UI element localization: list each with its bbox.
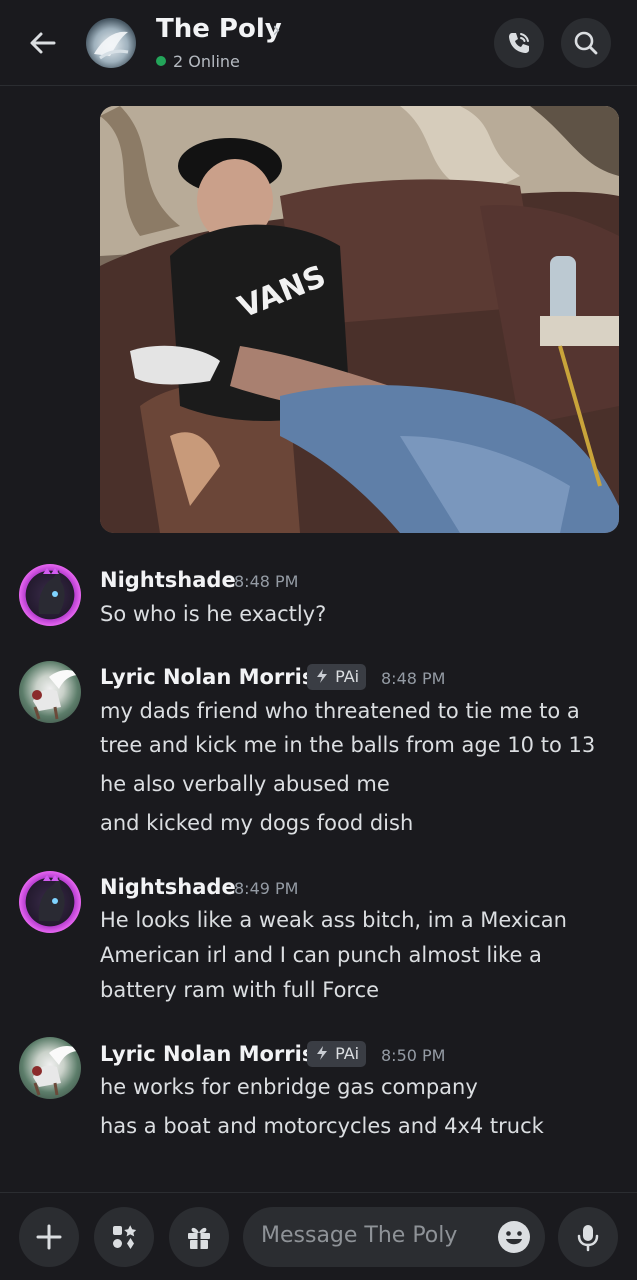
lightning-icon [317,1046,327,1060]
tag-label: PAi [335,1044,360,1063]
message-text: So who is he exactly? [100,602,327,626]
image-attachment[interactable]: VANS [100,106,619,533]
search-icon [574,31,598,55]
author-name[interactable]: Lyric Nolan Morris [100,665,314,689]
apps-button[interactable] [94,1207,154,1267]
author-name[interactable]: Nightshade [100,568,236,592]
message-timestamp: 8:48 PM [381,669,446,688]
search-button[interactable] [561,18,611,68]
channel-avatar[interactable] [86,18,136,68]
message-text: my dads friend who threatened to tie me … [100,699,580,723]
message-text: he also verbally abused me [100,772,390,796]
message-text: he works for enbridge gas company [100,1075,478,1099]
chevron-right-icon[interactable]: › [272,18,281,43]
online-count: 2 Online [173,52,240,71]
apps-icon [113,1225,137,1249]
message-composer: Message The Poly [0,1192,637,1280]
microphone-icon [577,1225,599,1252]
tag-label: PAi [335,667,360,686]
attach-button[interactable] [19,1207,79,1267]
nightshade-avatar[interactable] [19,871,81,933]
lyric-avatar[interactable] [19,661,81,723]
message-text: tree and kick me in the balls from age 1… [100,733,596,757]
emoji-icon[interactable] [497,1220,531,1254]
pai-app-tag[interactable]: PAi [307,664,367,690]
channel-title[interactable]: The Poly [156,14,282,44]
message-timestamp: 8:49 PM [234,879,299,898]
message-text: and kicked my dogs food dish [100,811,414,835]
nightshade-avatar[interactable] [19,564,81,626]
message-text: American irl and I can punch almost like… [100,943,542,967]
lyric-avatar[interactable] [19,1037,81,1099]
online-dot-icon [156,56,166,66]
plus-icon [36,1224,62,1250]
author-name[interactable]: Lyric Nolan Morris [100,1042,314,1066]
message-placeholder: Message The Poly [261,1223,458,1248]
back-arrow-icon[interactable] [26,26,60,60]
pai-app-tag[interactable]: PAi [307,1041,367,1067]
message-text: He looks like a weak ass bitch, im a Mex… [100,908,567,932]
message-timestamp: 8:48 PM [234,572,299,591]
message-text: battery ram with full Force [100,978,380,1002]
message-text: has a boat and motorcycles and 4x4 truck [100,1114,544,1138]
channel-header: The Poly › 2 Online [0,0,637,86]
call-button[interactable] [494,18,544,68]
voice-message-button[interactable] [558,1207,618,1267]
message-input[interactable]: Message The Poly [243,1207,545,1267]
gift-icon [188,1227,210,1249]
author-name[interactable]: Nightshade [100,875,236,899]
online-status: 2 Online [156,52,240,71]
lightning-icon [317,669,327,683]
phone-call-icon [509,33,529,53]
message-timestamp: 8:50 PM [381,1046,446,1065]
gift-button[interactable] [169,1207,229,1267]
